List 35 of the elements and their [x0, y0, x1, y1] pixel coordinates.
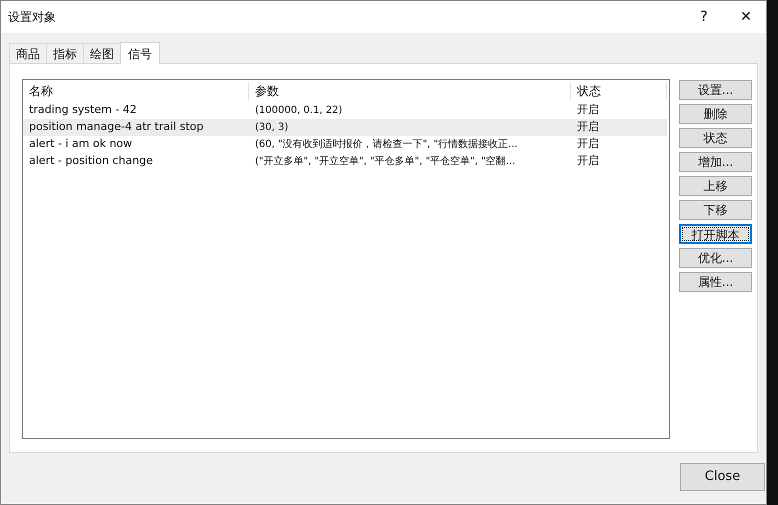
window-title: 设置对象 [8, 9, 57, 26]
table-cell-text: trading system - 42 [28, 102, 138, 118]
table-cell-text: (100000, 0.1, 22) [254, 104, 344, 118]
action-button[interactable]: 上移 [679, 176, 752, 196]
table-cell-text: alert - position change [28, 153, 154, 170]
action-button[interactable]: 增加... [679, 152, 752, 172]
column-header[interactable]: 状态 [571, 82, 667, 100]
action-button[interactable]: 属性... [679, 272, 752, 292]
action-button[interactable]: 设置... [679, 80, 752, 100]
action-button[interactable]: 状态 [679, 128, 752, 148]
table-row[interactable]: alert - i am ok now (60, "没有收到适时报价，请检查一下", "行情数据接收正... 开启 [23, 136, 667, 153]
table-cell-text: 开启 [576, 119, 600, 136]
table-row[interactable]: trading system - 42 (100000, 0.1, 22) 开启 [23, 102, 667, 119]
help-button[interactable]: ? [684, 1, 724, 33]
table-cell-text: (60, "没有收到适时报价，请检查一下", "行情数据接收正... [254, 138, 519, 152]
table-cell-text: 开启 [576, 153, 600, 170]
table-cell-text: 开启 [576, 136, 600, 152]
table-cell-text: position manage-4 atr trail stop [28, 119, 204, 136]
table-cell-text: 开启 [576, 102, 600, 118]
table-cell-text: alert - i am ok now [28, 136, 134, 152]
tab[interactable]: 指标 [46, 43, 84, 63]
table-row[interactable]: position manage-4 atr trail stop (30, 3) 开启 [23, 119, 667, 136]
action-button[interactable]: 下移 [679, 200, 752, 220]
column-header[interactable]: 名称 [23, 82, 249, 100]
tab[interactable]: 信号 [120, 42, 160, 64]
action-button[interactable]: 删除 [679, 104, 752, 124]
action-button[interactable]: 打开脚本 [679, 224, 752, 244]
column-header[interactable]: 参数 [249, 82, 571, 100]
close-button[interactable]: ✕ [726, 1, 766, 33]
action-button[interactable]: 优化... [679, 248, 752, 268]
table-cell-text: (30, 3) [254, 121, 290, 135]
tab[interactable]: 商品 [9, 43, 47, 63]
table-row[interactable]: alert - position change ("开立多单", "开立空单", "平仓多单", "平仓空单", "空翻... 开启 [23, 153, 667, 170]
dialog-close-button[interactable]: Close [680, 463, 765, 491]
table-cell-text: ("开立多单", "开立空单", "平仓多单", "平仓空单", "空翻... [254, 154, 516, 169]
